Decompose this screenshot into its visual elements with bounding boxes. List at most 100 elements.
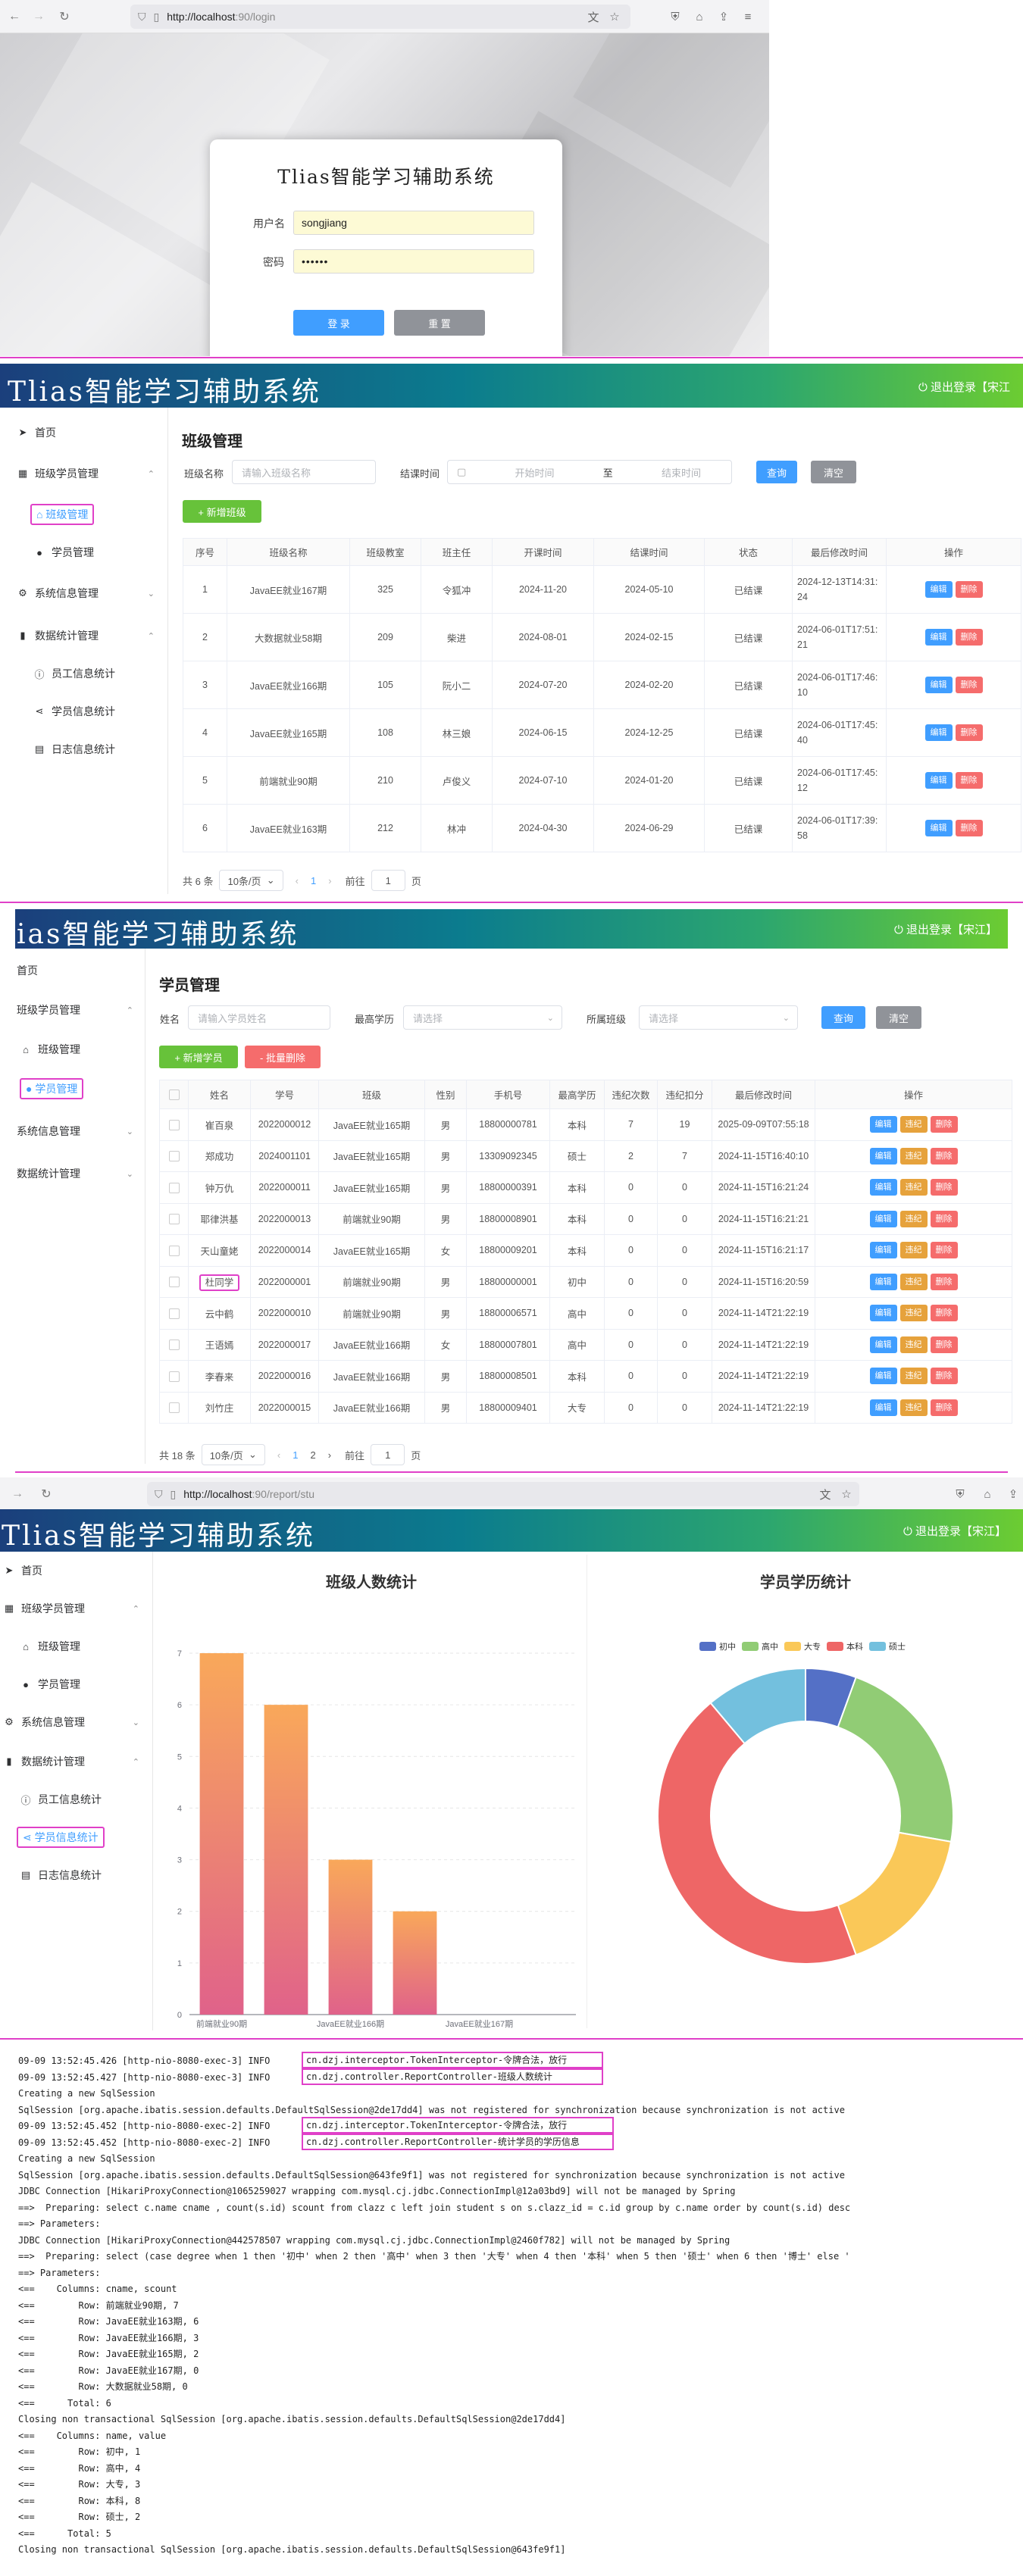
violation-button[interactable]: 违纪	[899, 1179, 928, 1196]
violation-button[interactable]: 违纪	[899, 1147, 928, 1165]
logout-link[interactable]: ⏻ 退出登录【宋江】	[903, 1523, 1006, 1539]
sidebar-group-class-student[interactable]: ▦ 班级学员管理 ⌃	[17, 459, 183, 488]
bar[interactable]	[393, 1911, 437, 2015]
violation-button[interactable]: 违纪	[899, 1273, 928, 1290]
delete-button[interactable]: 删除	[930, 1399, 958, 1416]
date-range-picker[interactable]: ▢ 开始时间 至 结束时间	[447, 460, 732, 484]
sidebar-item-student[interactable]: ● 学员管理	[20, 1074, 141, 1103]
edit-button[interactable]: 编辑	[924, 820, 953, 836]
sidebar-group-stats[interactable]: ▮ 数据统计管理 ⌃	[17, 621, 183, 650]
bar[interactable]	[264, 1705, 308, 2015]
sidebar-item-home[interactable]: 首页	[17, 956, 145, 985]
legend-swatch[interactable]	[827, 1642, 843, 1651]
edit-button[interactable]: 编辑	[924, 677, 953, 693]
sidebar-item-student[interactable]: ● 学员管理	[20, 1670, 149, 1699]
report-url-bar[interactable]: ⛉ ▯ http://localhost:90/report/stu	[147, 1482, 859, 1506]
translate-icon[interactable]: 文	[585, 8, 602, 25]
reload-icon[interactable]: ↻	[55, 7, 74, 27]
edit-button[interactable]: 编辑	[924, 581, 953, 598]
legend-swatch[interactable]	[699, 1642, 716, 1651]
bar[interactable]	[328, 1859, 373, 2015]
share-icon[interactable]: ⇪	[715, 8, 732, 25]
violation-button[interactable]: 违纪	[899, 1210, 928, 1227]
page-number[interactable]: 1	[311, 875, 316, 886]
forward-icon[interactable]: →	[29, 7, 48, 27]
prev-page-icon[interactable]: ‹	[277, 1449, 280, 1461]
delete-button[interactable]: 删除	[955, 581, 983, 598]
pie-slice[interactable]	[837, 1831, 953, 1956]
violation-button[interactable]: 违纪	[899, 1399, 928, 1416]
next-page-icon[interactable]: ›	[328, 1449, 331, 1461]
menu-icon[interactable]: ≡	[740, 8, 756, 25]
sidebar-item-student[interactable]: ● 学员管理	[33, 538, 200, 567]
back-icon[interactable]: ←	[5, 7, 24, 27]
row-checkbox[interactable]	[159, 1297, 189, 1330]
extensions-icon[interactable]: ⌂	[691, 8, 708, 25]
sidebar-group-system[interactable]: ⚙ 系统信息管理 ⌄	[3, 1708, 152, 1737]
edit-button[interactable]: 编辑	[869, 1116, 897, 1133]
extensions-icon[interactable]: ⌂	[979, 1486, 996, 1502]
student-query-button[interactable]: 查询	[821, 1006, 865, 1029]
class-clear-button[interactable]: 清空	[811, 461, 856, 483]
edit-button[interactable]: 编辑	[869, 1147, 897, 1165]
sidebar-group-stats[interactable]: 数据统计管理 ⌄	[17, 1159, 145, 1188]
bookmark-star-icon[interactable]: ☆	[606, 8, 623, 25]
edit-button[interactable]: 编辑	[924, 629, 953, 646]
sidebar-item-log-stats[interactable]: ▤ 日志信息统计	[20, 1861, 149, 1890]
sidebar-item-emp-stats[interactable]: ⓘ 员工信息统计	[20, 1785, 149, 1814]
edit-button[interactable]: 编辑	[924, 772, 953, 789]
delete-button[interactable]: 删除	[930, 1273, 958, 1290]
delete-button[interactable]: 删除	[955, 724, 983, 741]
edit-button[interactable]: 编辑	[869, 1336, 897, 1353]
row-checkbox[interactable]	[159, 1391, 189, 1424]
delete-button[interactable]: 删除	[930, 1305, 958, 1322]
edit-button[interactable]: 编辑	[869, 1368, 897, 1385]
delete-button[interactable]: 删除	[955, 820, 983, 836]
delete-button[interactable]: 删除	[930, 1336, 958, 1353]
delete-button[interactable]: 删除	[930, 1368, 958, 1385]
student-name-input[interactable]: 请输入学员姓名	[188, 1005, 330, 1030]
edit-button[interactable]: 编辑	[924, 724, 953, 741]
legend-swatch[interactable]	[742, 1642, 759, 1651]
violation-button[interactable]: 违纪	[899, 1305, 928, 1322]
pie-slice[interactable]	[837, 1676, 954, 1843]
sidebar-item-class[interactable]: ⌂ 班级管理	[20, 1035, 141, 1064]
student-clear-button[interactable]: 清空	[876, 1006, 921, 1029]
edit-button[interactable]: 编辑	[869, 1305, 897, 1322]
row-checkbox[interactable]	[159, 1171, 189, 1204]
sidebar-item-stu-stats[interactable]: ⋖ 学员信息统计	[33, 697, 200, 726]
sidebar-item-home[interactable]: ➤ 首页	[3, 1556, 152, 1585]
delete-button[interactable]: 删除	[930, 1147, 958, 1165]
shield-check-icon[interactable]: ⛨	[667, 8, 684, 25]
sidebar-item-class[interactable]: ⌂ 班级管理	[30, 500, 197, 529]
row-checkbox[interactable]	[159, 1108, 189, 1141]
next-page-icon[interactable]: ›	[328, 875, 331, 886]
delete-button[interactable]: 删除	[955, 629, 983, 646]
class-query-button[interactable]: 查询	[756, 461, 797, 483]
reset-button[interactable]: 重 置	[394, 310, 485, 336]
row-checkbox[interactable]	[159, 1265, 189, 1298]
edit-button[interactable]: 编辑	[869, 1179, 897, 1196]
row-checkbox[interactable]	[159, 1140, 189, 1172]
sidebar-group-class-student[interactable]: ▦ 班级学员管理 ⌃	[3, 1594, 152, 1623]
sidebar-item-class[interactable]: ⌂ 班级管理	[20, 1632, 149, 1661]
sidebar-item-emp-stats[interactable]: ⓘ 员工信息统计	[33, 659, 200, 688]
legend-swatch[interactable]	[869, 1642, 886, 1651]
sidebar-item-stu-stats[interactable]: ⋖ 学员信息统计	[17, 1823, 145, 1852]
delete-button[interactable]: 删除	[930, 1242, 958, 1259]
row-checkbox[interactable]	[159, 1328, 189, 1361]
row-checkbox[interactable]	[159, 1234, 189, 1267]
username-input[interactable]: songjiang	[293, 211, 534, 235]
violation-button[interactable]: 违纪	[899, 1368, 928, 1385]
sidebar-group-system[interactable]: 系统信息管理 ⌄	[17, 1117, 145, 1146]
row-checkbox[interactable]	[159, 1202, 189, 1235]
violation-button[interactable]: 违纪	[899, 1242, 928, 1259]
select-all-checkbox[interactable]	[159, 1080, 189, 1109]
degree-select[interactable]: 请选择 ⌄	[403, 1005, 562, 1030]
edit-button[interactable]: 编辑	[869, 1210, 897, 1227]
reload-icon[interactable]: ↻	[36, 1484, 56, 1504]
page-number[interactable]: 1	[293, 1449, 298, 1461]
bar[interactable]	[199, 1653, 244, 2015]
violation-button[interactable]: 违纪	[899, 1336, 928, 1353]
login-url-bar[interactable]: ⛉ ▯ http://localhost:90/login	[130, 5, 630, 29]
